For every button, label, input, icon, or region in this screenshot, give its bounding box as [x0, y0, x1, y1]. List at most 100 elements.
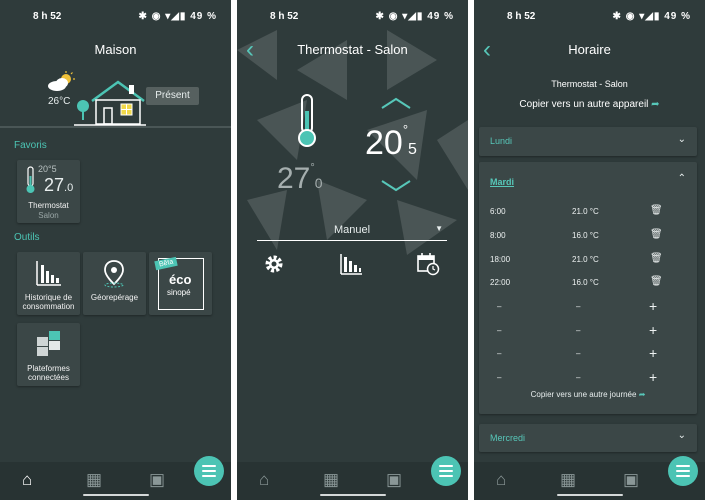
thermostat-favorite-tile[interactable]: 20°5 27.0 Thermostat Salon [17, 160, 80, 223]
tile-thermostat-name: Thermostat [28, 201, 69, 210]
add-icon[interactable]: + [649, 345, 657, 361]
add-icon[interactable]: + [649, 322, 657, 338]
trash-icon[interactable]: 🗑 [650, 229, 663, 240]
home-screen: 8 h 52 ✱ ◉ ▾◢▮ 49 % Maison 26°C Présent … [0, 0, 231, 500]
location-pin-icon [104, 260, 124, 288]
status-icons: ✱ ◉ ▾◢▮ [138, 11, 187, 22]
menu-fab-button[interactable] [431, 456, 461, 486]
forward-arrow-icon: ➦ [651, 99, 660, 110]
dropdown-arrow-icon: ▼ [435, 224, 443, 233]
battery-level: 49 % [664, 11, 691, 22]
day-mercredi-header[interactable]: Mercredi ⌄ [479, 424, 697, 452]
row-time[interactable]: 8:00 [490, 231, 506, 240]
row-temperature[interactable]: 21.0 °C [572, 255, 599, 264]
thermometer-icon [298, 94, 316, 147]
page-title: Horaire [568, 42, 611, 57]
day-label: Lundi [490, 136, 513, 146]
row-time[interactable]: 22:00 [490, 278, 510, 287]
thermostat-screen: 8 h 52 ✱ ◉ ▾◢▮ 49 % ‹ Thermostat - Salon… [237, 0, 468, 500]
page-title: Maison [94, 42, 137, 57]
add-icon[interactable]: + [649, 369, 657, 385]
scenes-icon[interactable]: ▣ [149, 470, 165, 490]
eco-sinope-tile[interactable]: éco sinopé Bêta [149, 252, 212, 315]
chevron-down-icon: ⌄ [677, 134, 686, 145]
favorites-heading: Favoris [14, 140, 47, 151]
decrease-setpoint-button[interactable] [380, 180, 412, 192]
setpoint-value: 20 [365, 124, 403, 162]
weather-partly-cloudy-icon [48, 71, 75, 91]
presence-button[interactable]: Présent [146, 87, 199, 105]
status-bar: 8 h 52 ✱ ◉ ▾◢▮ 49 % [474, 0, 705, 30]
status-bar: 8 h 52 ✱ ◉ ▾◢▮ 49 % [237, 0, 468, 30]
tool-label-line2: consommation [22, 302, 75, 311]
status-bar: 8 h 52 ✱ ◉ ▾◢▮ 49 % [0, 0, 231, 30]
gesture-bar [557, 494, 623, 496]
gesture-bar [83, 494, 149, 496]
sinope-logo-text: sinopé [167, 288, 191, 297]
grid-icon[interactable]: ▦ [560, 470, 576, 490]
setpoint-small: 20 [38, 164, 49, 174]
device-name: Thermostat - Salon [551, 79, 628, 89]
home-icon[interactable]: ⌂ [496, 470, 506, 490]
settings-gear-icon[interactable] [263, 253, 285, 275]
row-time[interactable]: 18:00 [490, 255, 510, 264]
tool-label-line1: Géorepérage [90, 293, 139, 302]
eco-logo-text: éco [169, 272, 192, 287]
add-icon[interactable]: + [649, 298, 657, 314]
battery-level: 49 % [427, 11, 454, 22]
row-temperature[interactable]: 21.0 °C [572, 207, 599, 216]
mode-value: Manuel [333, 224, 371, 236]
trash-icon[interactable]: 🗑 [650, 276, 663, 287]
battery-level: 49 % [190, 11, 217, 22]
grid-icon[interactable]: ▦ [86, 470, 102, 490]
row-time[interactable]: 6:00 [490, 207, 506, 216]
day-mardi-panel: Mardi ⌃ 6:00 21.0 °C 🗑 8:00 16.0 °C 🗑 18… [479, 162, 697, 414]
grid-icon[interactable]: ▦ [323, 470, 339, 490]
bar-chart-icon [36, 261, 61, 286]
status-icons: ✱ ◉ ▾◢▮ [375, 11, 424, 22]
copy-to-device-link[interactable]: Copier vers un autre appareil ➦ [474, 99, 705, 110]
status-icons: ✱ ◉ ▾◢▮ [612, 11, 661, 22]
schedule-screen: 8 h 52 ✱ ◉ ▾◢▮ 49 % ‹ Horaire Thermostat… [474, 0, 705, 500]
menu-fab-button[interactable] [194, 456, 224, 486]
scenes-icon[interactable]: ▣ [623, 470, 639, 490]
setpoint-decimal: 5 [408, 141, 417, 158]
consumption-history-tile[interactable]: Historique de consommation [17, 252, 80, 315]
status-time: 8 h 52 [270, 11, 299, 22]
mode-select[interactable]: Manuel ▼ [257, 222, 447, 241]
copy-to-day-link[interactable]: Copier vers une autre journée ➦ [479, 390, 697, 399]
schedule-calendar-icon[interactable] [416, 252, 440, 276]
trash-icon[interactable]: 🗑 [650, 205, 663, 216]
tool-label-line2: connectées [28, 373, 69, 382]
geofencing-tile[interactable]: Géorepérage [83, 252, 146, 315]
house-icon [74, 80, 146, 126]
puzzle-icon [37, 331, 60, 356]
divider [0, 126, 231, 128]
day-label[interactable]: Mardi [490, 177, 514, 187]
day-lundi-header[interactable]: Lundi ⌄ [479, 127, 697, 156]
menu-fab-button[interactable] [668, 456, 698, 486]
consumption-chart-icon[interactable] [339, 252, 363, 276]
status-time: 8 h 52 [507, 11, 536, 22]
day-label: Mercredi [490, 433, 526, 443]
scenes-icon[interactable]: ▣ [386, 470, 402, 490]
chevron-down-icon: ⌄ [677, 430, 686, 441]
current-temperature: 27 [277, 162, 311, 195]
tile-room-name: Salon [38, 211, 59, 220]
tool-label-line1: Historique de [24, 293, 73, 302]
home-icon[interactable]: ⌂ [22, 470, 32, 490]
increase-setpoint-button[interactable] [380, 97, 412, 109]
status-time: 8 h 52 [33, 11, 62, 22]
trash-icon[interactable]: 🗑 [650, 253, 663, 264]
weather-temperature: 26°C [48, 96, 71, 107]
current-temperature-decimal: 0 [314, 175, 323, 191]
tool-label-line1: Plateformes [27, 364, 70, 373]
chevron-up-icon[interactable]: ⌃ [678, 173, 686, 184]
page-title: Thermostat - Salon [297, 42, 408, 57]
row-temperature[interactable]: 16.0 °C [572, 231, 599, 240]
connected-platforms-tile[interactable]: Plateformes connectées [17, 323, 80, 386]
forward-arrow-icon: ➦ [638, 390, 646, 399]
row-temperature[interactable]: 16.0 °C [572, 278, 599, 287]
gesture-bar [320, 494, 386, 496]
home-icon[interactable]: ⌂ [259, 470, 269, 490]
